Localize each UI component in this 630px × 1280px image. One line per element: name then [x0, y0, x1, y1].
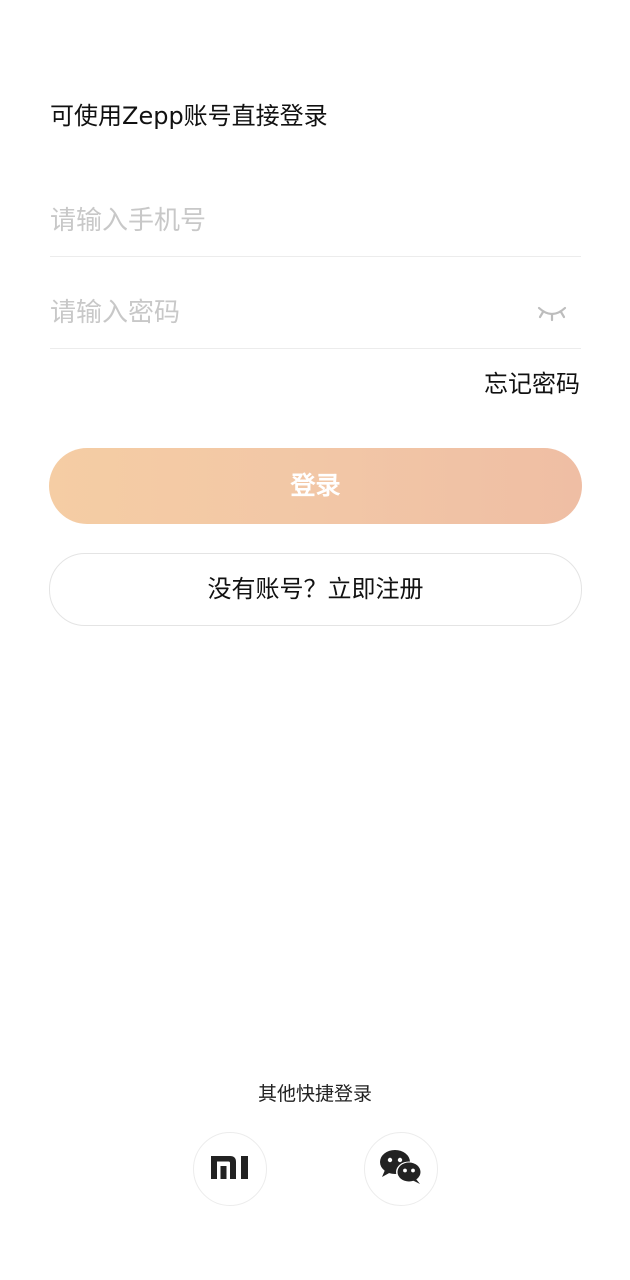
register-button[interactable]: 没有账号？立即注册	[49, 553, 582, 626]
xiaomi-icon	[210, 1154, 250, 1184]
login-hint: 可使用Zepp账号直接登录	[50, 102, 328, 130]
wechat-login-button[interactable]	[364, 1132, 438, 1206]
wechat-icon	[379, 1149, 423, 1189]
xiaomi-login-button[interactable]	[193, 1132, 267, 1206]
login-button[interactable]: 登录	[49, 448, 582, 524]
forgot-password-link[interactable]: 忘记密码	[484, 366, 580, 402]
phone-field	[50, 186, 581, 257]
eye-closed-icon[interactable]	[535, 298, 569, 328]
phone-input[interactable]	[50, 186, 510, 256]
password-input[interactable]	[50, 278, 510, 348]
password-field	[50, 278, 581, 349]
other-login-label: 其他快捷登录	[257, 1083, 372, 1105]
login-screen: 可使用Zepp账号直接登录 忘记密码 登录 没有账号？立即注册 其他快捷登录	[0, 0, 630, 1280]
